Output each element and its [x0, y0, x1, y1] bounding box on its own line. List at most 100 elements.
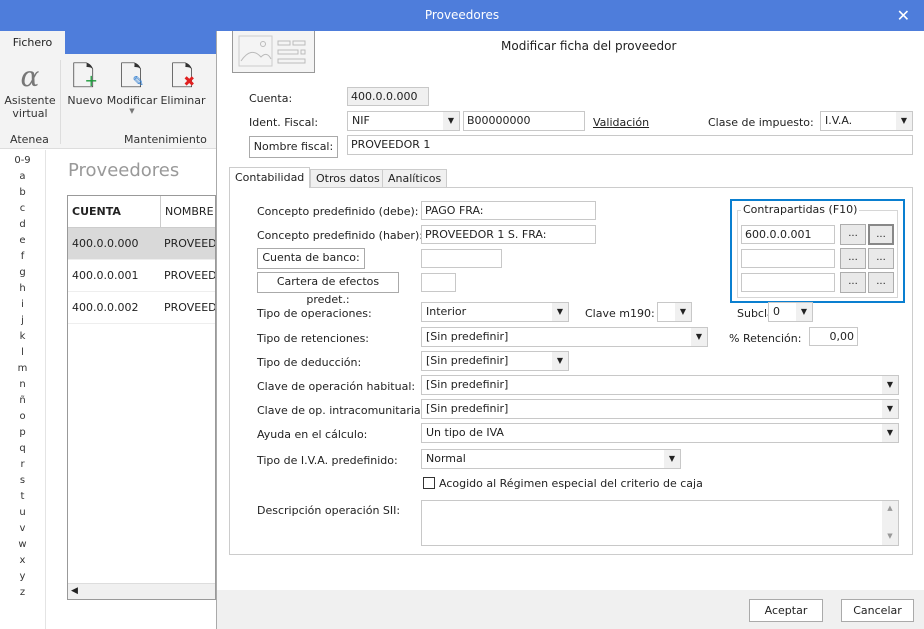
table-row[interactable]: 400.0.0.000 PROVEEDOR 1	[68, 228, 215, 260]
alphabet-filter-l[interactable]: l	[0, 347, 45, 358]
alphabet-filter-w[interactable]: w	[0, 539, 45, 550]
retenciones-select[interactable]: [Sin predefinir] ▼	[421, 327, 708, 347]
column-cuenta[interactable]: CUENTA	[72, 196, 121, 228]
concepto-haber-field[interactable]: PROVEEDOR 1 S. FRA:	[421, 225, 596, 244]
alphabet-filter-d[interactable]: d	[0, 219, 45, 230]
cuenta-field[interactable]: 400.0.0.000	[347, 87, 429, 106]
alphabet-filter-ñ[interactable]: ñ	[0, 395, 45, 406]
assistant-button[interactable]: α Asistente virtual	[2, 60, 58, 120]
alphabet-filter-t[interactable]: t	[0, 491, 45, 502]
cuenta-banco-field[interactable]	[421, 249, 502, 268]
validacion-link[interactable]: Validación	[593, 116, 649, 129]
delete-button[interactable]: 🗋✖ Eliminar	[160, 60, 206, 107]
table-row[interactable]: 400.0.0.001 PROVEEDOR 2	[68, 260, 215, 292]
table-row[interactable]: 400.0.0.002 PROVEEDOR 3	[68, 292, 215, 324]
image-placeholder-icon[interactable]	[232, 31, 315, 73]
new-button[interactable]: 🗋+ Nuevo	[66, 60, 104, 107]
alphabet-filter-k[interactable]: k	[0, 331, 45, 342]
clave-habitual-select[interactable]: [Sin predefinir] ▼	[421, 375, 899, 395]
contrapartida-options-button[interactable]: ...	[868, 272, 894, 293]
alphabet-filter-g[interactable]: g	[0, 267, 45, 278]
chevron-down-icon: ▼	[675, 303, 691, 321]
alphabet-filter-f[interactable]: f	[0, 251, 45, 262]
alphabet-filter-b[interactable]: b	[0, 187, 45, 198]
nombre-fiscal-field[interactable]: PROVEEDOR 1	[347, 135, 913, 155]
tipo-iva-select[interactable]: Normal ▼	[421, 449, 681, 469]
chevron-down-icon: ▼	[129, 107, 135, 115]
concepto-debe-field[interactable]: PAGO FRA:	[421, 201, 596, 220]
deduccion-select[interactable]: [Sin predefinir] ▼	[421, 351, 569, 371]
alphabet-filter-e[interactable]: e	[0, 235, 45, 246]
clave-m190-label: Clave m190:	[585, 307, 655, 320]
criterio-caja-checkbox[interactable]	[423, 477, 435, 489]
contrapartida-options-button[interactable]: ...	[868, 248, 894, 269]
accept-button[interactable]: Aceptar	[749, 599, 823, 622]
alphabet-filter-o[interactable]: o	[0, 411, 45, 422]
alphabet-filter-r[interactable]: r	[0, 459, 45, 470]
alphabet-filter-q[interactable]: q	[0, 443, 45, 454]
contrapartida-options-button[interactable]: ...	[868, 224, 894, 245]
cartera-efectos-field[interactable]	[421, 273, 456, 292]
contrapartida-lookup-button[interactable]: ...	[840, 248, 866, 269]
alphabet-filter-v[interactable]: v	[0, 523, 45, 534]
tab-contabilidad[interactable]: Contabilidad	[229, 167, 311, 188]
criterio-caja-label[interactable]: Acogido al Régimen especial del criterio…	[439, 477, 703, 490]
cuenta-banco-button[interactable]: Cuenta de banco:	[257, 248, 365, 269]
tab-fichero[interactable]: Fichero	[0, 31, 65, 55]
assistant-label-2: virtual	[12, 107, 48, 120]
window-title: Proveedores	[424, 8, 500, 22]
pct-retencion-field[interactable]: 0,00	[809, 327, 858, 346]
assistant-label-1: Asistente	[4, 94, 56, 107]
tab-otros-datos[interactable]: Otros datos	[310, 169, 386, 187]
chevron-down-icon: ▼	[552, 303, 568, 321]
alphabet-filter-y[interactable]: y	[0, 571, 45, 582]
contrapartida-field[interactable]: 600.0.0.001	[741, 225, 835, 244]
contrapartida-field[interactable]	[741, 273, 835, 292]
column-nombre[interactable]: NOMBRE	[160, 196, 214, 228]
tab-analiticos[interactable]: Analíticos	[382, 169, 448, 187]
cancel-button[interactable]: Cancelar	[841, 599, 914, 622]
alphabet-filter-p[interactable]: p	[0, 427, 45, 438]
alphabet-filter-j[interactable]: j	[0, 315, 45, 326]
intracomunitaria-select[interactable]: [Sin predefinir] ▼	[421, 399, 899, 419]
tipo-operaciones-select[interactable]: Interior ▼	[421, 302, 569, 322]
alphabet-filter-z[interactable]: z	[0, 587, 45, 598]
alphabet-filter-u[interactable]: u	[0, 507, 45, 518]
clase-impuesto-select[interactable]: I.V.A. ▼	[820, 111, 913, 131]
ident-type-select[interactable]: NIF ▼	[347, 111, 460, 131]
cartera-efectos-button[interactable]: Cartera de efectos predet.:	[257, 272, 399, 306]
nif-field[interactable]: B00000000	[463, 111, 585, 131]
alphabet-filter-0-9[interactable]: 0-9	[0, 155, 45, 166]
contrapartida-lookup-button[interactable]: ...	[840, 272, 866, 293]
contrapartida-lookup-button[interactable]: ...	[840, 224, 866, 245]
contrapartida-field[interactable]	[741, 249, 835, 268]
alphabet-filter-m[interactable]: m	[0, 363, 45, 374]
group-mantenimiento: Mantenimiento	[124, 133, 207, 146]
alphabet-filter-a[interactable]: a	[0, 171, 45, 182]
nombre-fiscal-button[interactable]: Nombre fiscal:	[249, 136, 338, 158]
sii-scrollbar[interactable]: ▲ ▼	[882, 501, 898, 545]
clave-m190-select[interactable]: ▼	[657, 302, 692, 322]
cell-cuenta: 400.0.0.002	[72, 301, 139, 314]
ayuda-calculo-label: Ayuda en el cálculo:	[257, 428, 368, 441]
ayuda-calculo-select[interactable]: Un tipo de IVA ▼	[421, 423, 899, 443]
alphabet-filter-x[interactable]: x	[0, 555, 45, 566]
sii-textarea[interactable]	[421, 500, 899, 546]
modify-label: Modificar	[106, 94, 158, 107]
alphabet-filter-c[interactable]: c	[0, 203, 45, 214]
modify-button[interactable]: 🗋✎ Modificar ▼	[106, 60, 158, 115]
alphabet-filter-h[interactable]: h	[0, 283, 45, 294]
concepto-debe-label: Concepto predefinido (debe):	[257, 205, 419, 218]
alphabet-filter-n[interactable]: n	[0, 379, 45, 390]
cuenta-label: Cuenta:	[249, 92, 293, 105]
subclave-select[interactable]: 0 ▼	[768, 302, 813, 322]
clase-value: I.V.A.	[825, 114, 853, 127]
suppliers-table: CUENTA NOMBRE 400.0.0.000PROVEEDOR 1400.…	[67, 195, 216, 600]
alphabet-filter-s[interactable]: s	[0, 475, 45, 486]
cell-cuenta: 400.0.0.000	[72, 237, 139, 250]
table-header: CUENTA NOMBRE	[68, 196, 215, 228]
close-icon[interactable]: ✕	[897, 0, 910, 31]
scroll-left-icon[interactable]: ◀	[71, 586, 78, 596]
horizontal-scrollbar[interactable]: ◀	[68, 583, 215, 599]
alphabet-filter-i[interactable]: i	[0, 299, 45, 310]
